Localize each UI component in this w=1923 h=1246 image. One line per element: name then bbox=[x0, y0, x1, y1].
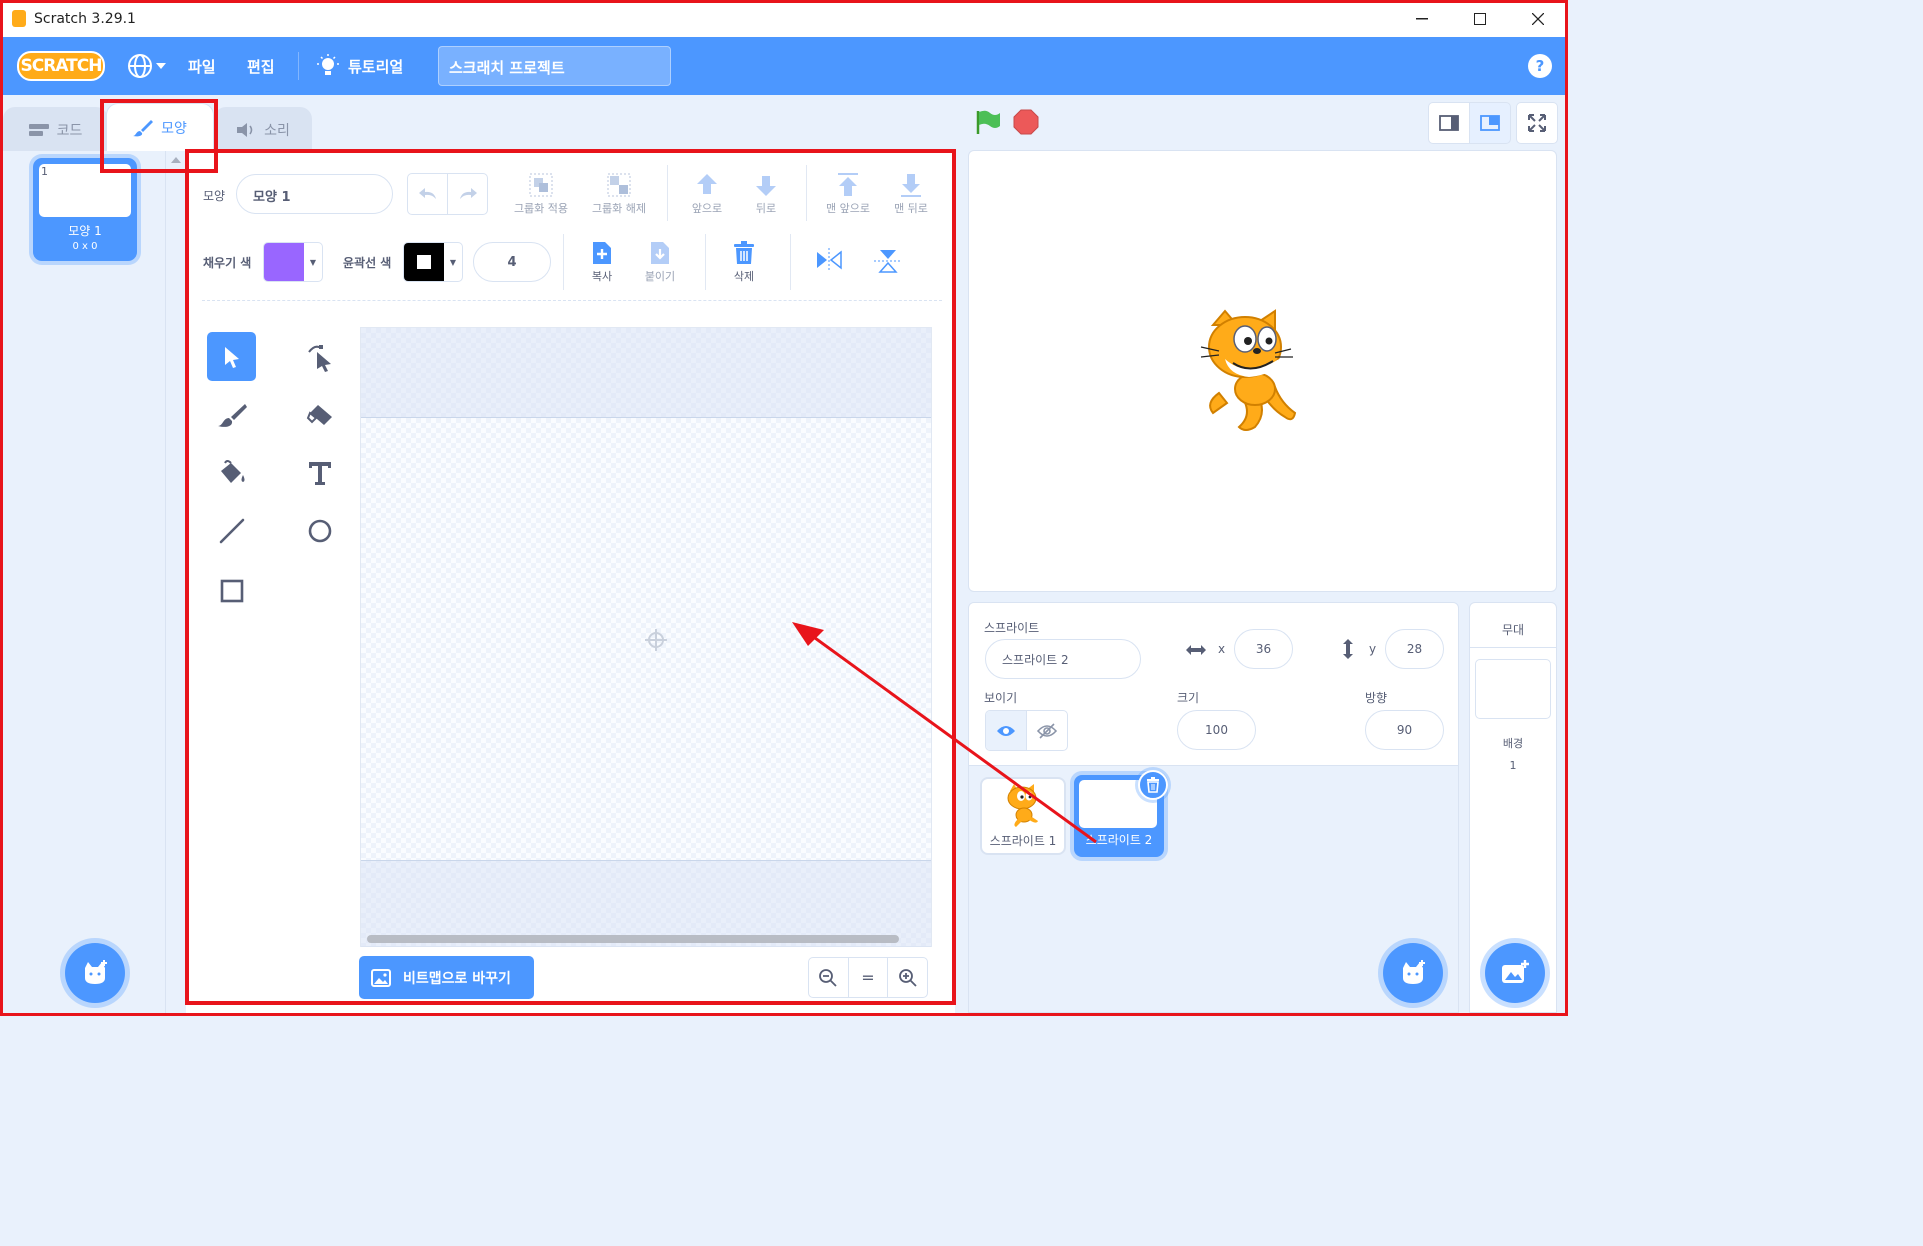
annotation-tab-highlight bbox=[100, 99, 218, 173]
annotation-editor-highlight bbox=[185, 149, 956, 1005]
annotation-arrow bbox=[792, 622, 1097, 844]
costume-number: 1 bbox=[41, 165, 48, 178]
